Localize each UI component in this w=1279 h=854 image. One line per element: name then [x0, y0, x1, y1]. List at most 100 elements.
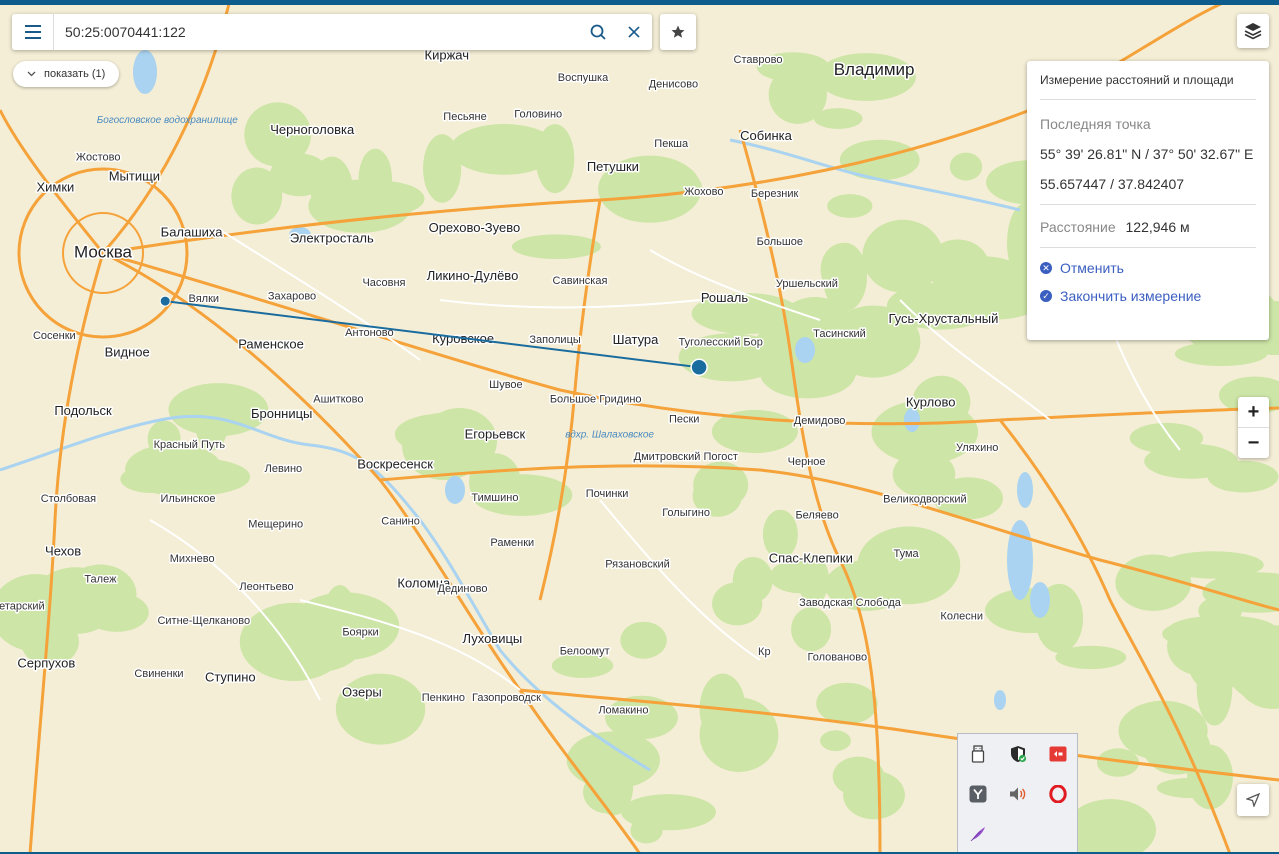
- place-label: Березник: [749, 187, 800, 202]
- menu-button[interactable]: [12, 14, 54, 50]
- place-name: Часовня: [362, 277, 405, 289]
- water-body: [1030, 582, 1050, 618]
- place-name: Черноголовка: [270, 122, 355, 137]
- place-name: Заполицы: [529, 334, 580, 346]
- forest-patch: [843, 770, 905, 820]
- place-label: Егорьевск: [463, 425, 527, 443]
- place-name: Собинка: [740, 128, 792, 143]
- place-name: Петушки: [587, 159, 639, 174]
- tray-remote-item[interactable]: [1038, 734, 1078, 774]
- place-name: Рошаль: [701, 290, 749, 305]
- place-label: Песьяне: [442, 109, 488, 124]
- water-label: Богословское водохранилище: [97, 115, 239, 126]
- feather-icon: [970, 827, 985, 842]
- place-label: Орехово-Зуево: [427, 218, 522, 236]
- place-label: Чехов: [44, 542, 83, 560]
- measure-start-point[interactable]: [159, 295, 171, 307]
- place-label: Ступино: [203, 668, 257, 686]
- tray-usb-item[interactable]: [958, 734, 998, 774]
- tray-opera-item[interactable]: [1038, 774, 1078, 814]
- place-label: Демидово: [792, 414, 847, 429]
- zoom-out-button[interactable]: −: [1238, 428, 1269, 458]
- place-name: Пекша: [654, 138, 689, 150]
- place-name: Тимшино: [471, 492, 518, 504]
- finish-measure-button[interactable]: ✓ Закончить измерение: [1040, 288, 1256, 304]
- search-icon: [590, 24, 606, 40]
- water-body: [133, 50, 157, 94]
- place-label: Голыгино: [661, 506, 712, 521]
- place-label: Ставрово: [732, 53, 784, 68]
- place-name: Балашиха: [161, 225, 224, 240]
- place-label: Мытищи: [107, 167, 161, 185]
- place-name: Подольск: [54, 403, 112, 418]
- place-name: Курлово: [906, 394, 956, 409]
- tray-empty-slot-2: [1038, 814, 1078, 854]
- tray-empty-slot-1: [998, 814, 1038, 854]
- forest-patch: [820, 730, 851, 752]
- place-name: Ставрово: [734, 54, 783, 66]
- top-accent-bar: [0, 0, 1279, 5]
- tray-volume-item[interactable]: [998, 774, 1038, 814]
- place-label: Шувое: [488, 377, 525, 392]
- place-label: Раменки: [489, 535, 536, 550]
- search-input[interactable]: [54, 15, 580, 49]
- water-body: [904, 408, 920, 432]
- forest-patch: [857, 526, 961, 605]
- place-name: Луховицы: [463, 631, 523, 646]
- place-name: Вялки: [189, 293, 220, 305]
- measure-end-point[interactable]: [690, 358, 708, 377]
- place-name: Левино: [265, 463, 303, 475]
- place-name: Дмитровский Погост: [634, 451, 738, 463]
- place-label: Серпухов: [16, 654, 77, 672]
- place-name: Владимир: [834, 60, 915, 79]
- forest-patch: [1198, 596, 1243, 625]
- place-label: Голованово: [806, 650, 869, 665]
- place-name: Беляево: [795, 509, 838, 521]
- place-name: Талеж: [84, 574, 117, 586]
- place-label: Воспушка: [556, 71, 610, 86]
- tray-security-item[interactable]: [998, 734, 1038, 774]
- tray-feather-item[interactable]: [958, 814, 998, 854]
- system-tray-popup: [957, 733, 1078, 854]
- place-name: Ильинское: [161, 493, 216, 505]
- favorites-button[interactable]: [660, 14, 696, 50]
- place-name: Раменское: [238, 337, 304, 352]
- water-body: [994, 690, 1006, 710]
- place-name: Дединово: [438, 583, 488, 595]
- forest-patch: [1055, 645, 1127, 670]
- place-label: Захарово: [266, 289, 317, 304]
- place-label: Вялки: [187, 291, 221, 306]
- search-button[interactable]: [580, 14, 616, 50]
- place-name: Егорьевск: [465, 427, 526, 442]
- forest-patch: [1144, 443, 1238, 479]
- cancel-measure-button[interactable]: ✕ Отменить: [1040, 260, 1256, 276]
- place-label: Пекша: [653, 137, 691, 152]
- tray-yandex-item[interactable]: [958, 774, 998, 814]
- place-name: Электросталь: [290, 231, 374, 246]
- place-label: Заводская Слобода: [798, 595, 904, 610]
- measure-panel-title: Измерение расстояний и площади: [1040, 73, 1256, 100]
- place-name: Савинская: [553, 275, 608, 287]
- distance-value: 122,946 м: [1125, 219, 1190, 235]
- place-name: Голованово: [807, 652, 867, 664]
- place-name: Ситне-Щелканово: [157, 615, 250, 627]
- place-label: Тасинский: [812, 327, 868, 342]
- show-results-button[interactable]: показать (1): [13, 61, 120, 87]
- distance-row: Расстояние 122,946 м: [1040, 219, 1256, 248]
- finish-measure-label: Закончить измерение: [1060, 288, 1202, 304]
- remote-app-icon: [1049, 746, 1067, 762]
- place-name: Воскресенск: [357, 457, 433, 472]
- place-label: Рошаль: [699, 288, 750, 306]
- water-body: [445, 476, 465, 504]
- place-name: Уляхино: [956, 442, 998, 454]
- yandex-app-icon: [969, 785, 987, 803]
- place-label: Ильинское: [159, 491, 217, 506]
- place-name: Жохово: [684, 186, 723, 198]
- place-label: Луховицы: [461, 630, 524, 648]
- clear-search-button[interactable]: [616, 14, 652, 50]
- locate-button[interactable]: [1237, 784, 1269, 816]
- place-label: Черноголовка: [269, 121, 357, 139]
- water-body: [1017, 472, 1033, 508]
- zoom-in-button[interactable]: +: [1238, 397, 1269, 427]
- layers-button[interactable]: [1237, 14, 1269, 48]
